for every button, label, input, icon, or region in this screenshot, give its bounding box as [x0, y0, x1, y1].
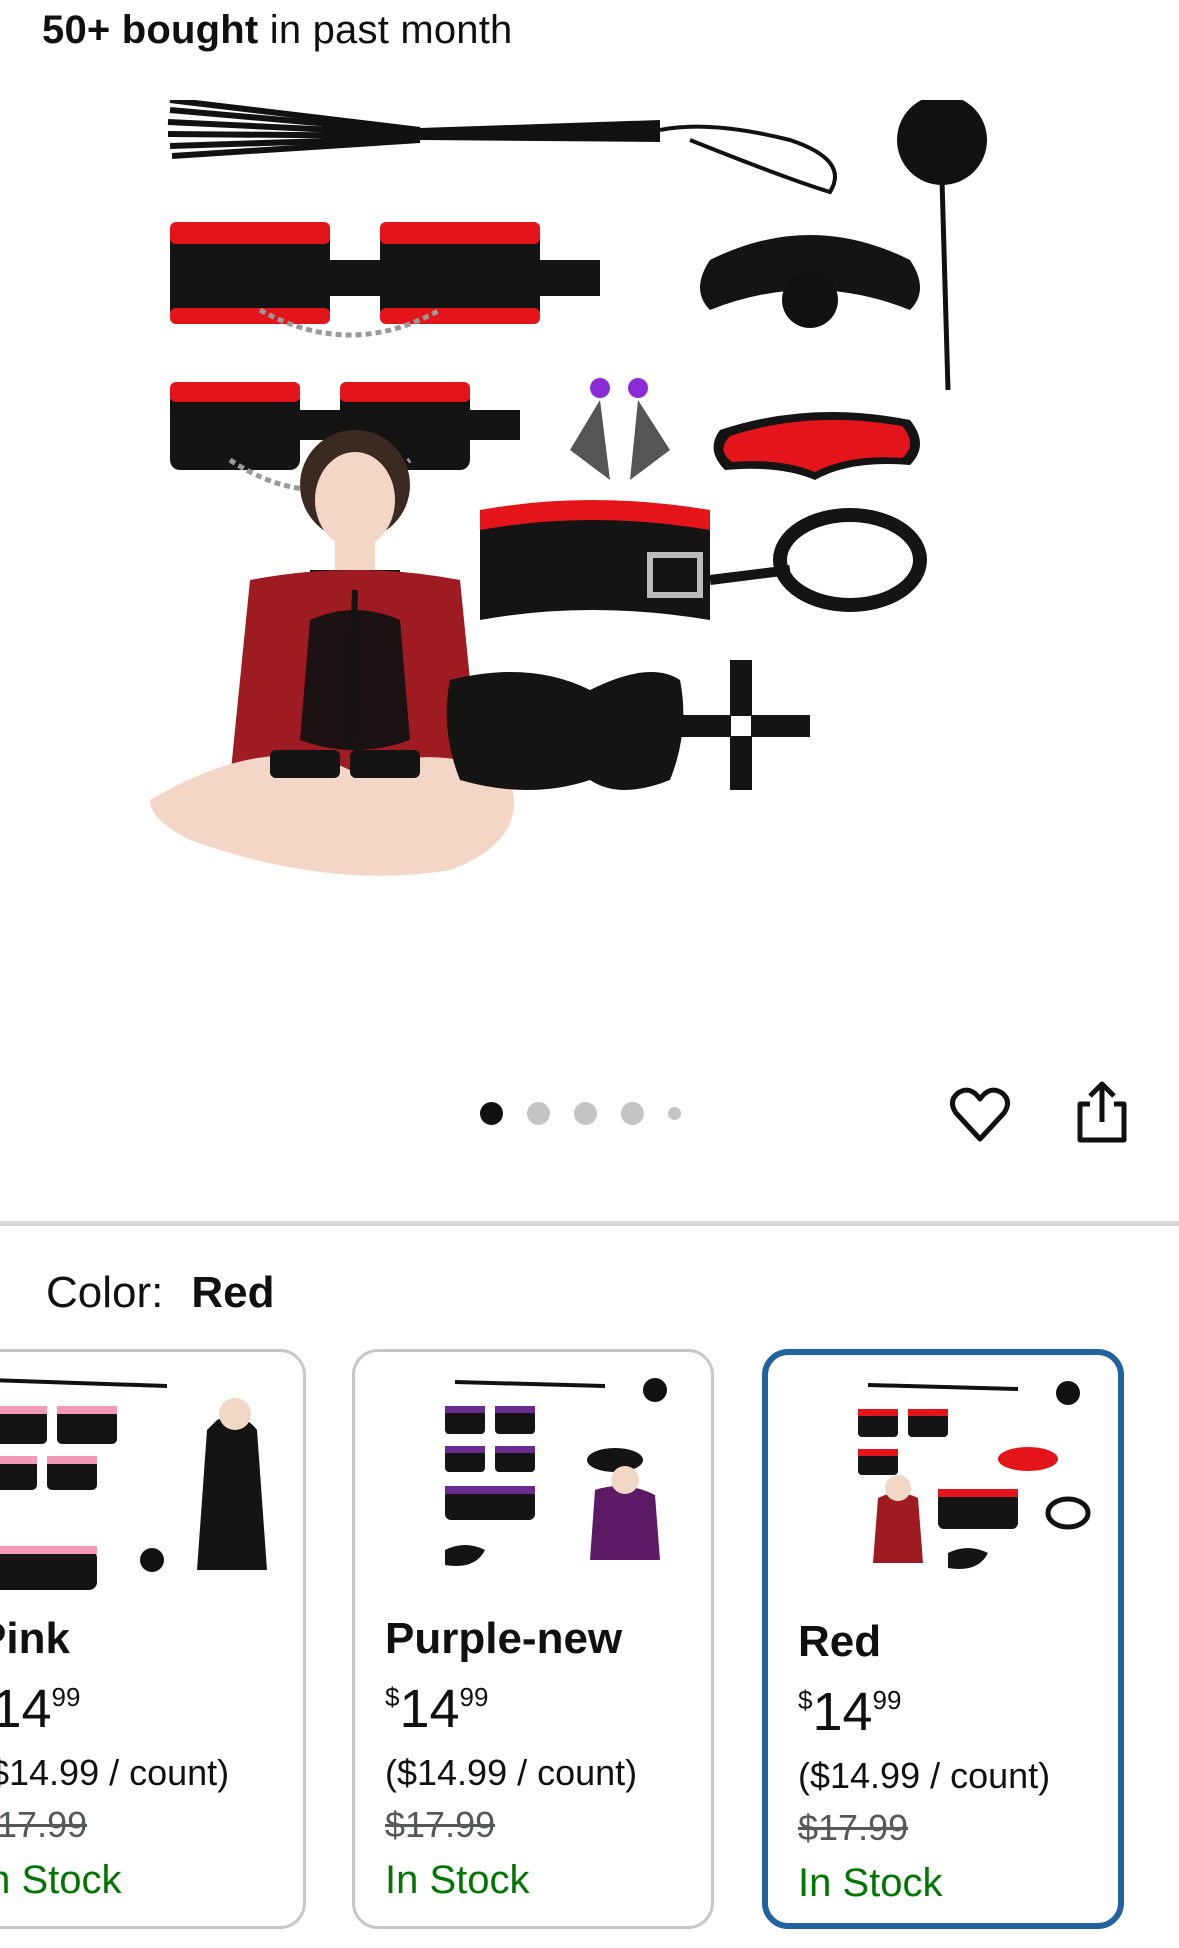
swatch-price: $1499 — [798, 1682, 902, 1742]
rope-image — [446, 672, 684, 790]
swatch-name: Red — [798, 1617, 882, 1666]
swatch-list-price: $17.99 — [798, 1807, 909, 1848]
image-pagination-dots[interactable] — [480, 1102, 681, 1125]
swatch-red-thumbnail — [858, 1381, 1091, 1569]
swatch-unit-price: ($14.99 / count) — [385, 1752, 638, 1793]
swatch-pink[interactable]: Pink $1499 ($14.99 / count) $17.99 In St… — [0, 1349, 306, 1929]
swatch-purple-thumbnail — [445, 1378, 667, 1566]
ball-gag-image — [700, 235, 920, 328]
flogger-image — [167, 100, 837, 195]
page-dot-4[interactable] — [621, 1102, 644, 1125]
share-icon[interactable] — [1072, 1080, 1132, 1151]
swatch-unit-price: ($14.99 / count) — [0, 1752, 230, 1793]
swatch-purple-new[interactable]: Purple-new $1499 ($14.99 / count) $17.99… — [352, 1349, 714, 1929]
hogtie-cross-image — [680, 660, 810, 790]
model-image — [150, 430, 514, 876]
swatch-name: Pink — [0, 1614, 70, 1663]
swatch-stock-status: In Stock — [798, 1861, 943, 1905]
swatch-stock-status: In Stock — [0, 1858, 122, 1902]
swatch-pink-thumbnail — [0, 1378, 267, 1590]
nipple-clamps-image — [570, 378, 670, 480]
swatch-unit-price: ($14.99 / count) — [798, 1755, 1051, 1796]
wrist-cuffs-image — [170, 222, 600, 338]
section-divider — [0, 1221, 1179, 1226]
product-image[interactable] — [150, 100, 1030, 1000]
selected-color: Red — [191, 1268, 275, 1317]
swatch-price: $1499 — [385, 1679, 489, 1739]
page-dot-3[interactable] — [574, 1102, 597, 1125]
feather-tickler-image — [897, 100, 987, 391]
color-selector-label: Color: Red — [46, 1268, 275, 1317]
swatch-list-price: $17.99 — [0, 1804, 88, 1845]
page-dot-1[interactable] — [480, 1102, 503, 1125]
swatch-stock-status: In Stock — [385, 1858, 530, 1902]
swatch-red[interactable]: Red $1499 ($14.99 / count) $17.99 In Sto… — [762, 1349, 1124, 1929]
bought-in-past-month: 50+ bought in past month — [42, 8, 513, 52]
page-dot-5[interactable] — [668, 1107, 681, 1120]
blindfold-image — [713, 412, 920, 480]
swatch-list-price: $17.99 — [385, 1804, 496, 1845]
collar-leash-image — [480, 500, 927, 620]
swatch-name: Purple-new — [385, 1614, 623, 1663]
swatch-price: $1499 — [0, 1679, 81, 1739]
page-dot-2[interactable] — [527, 1102, 550, 1125]
heart-outline-icon[interactable] — [948, 1083, 1012, 1152]
